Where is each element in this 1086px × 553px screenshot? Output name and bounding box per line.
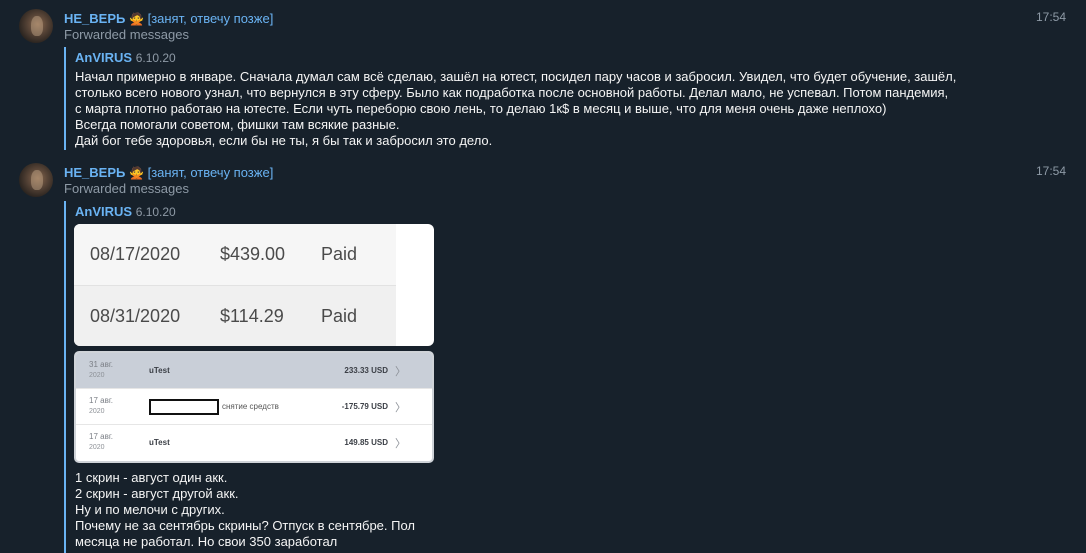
payment-amount: $439.00 [220, 244, 286, 264]
transactions-screenshot[interactable]: 31 авг. 2020 uTest 233.33 USD 〉 17 авг. … [74, 351, 434, 463]
message-2: НЕ_ВЕРЬ 🙅 [занят, отвечу позже] 17:54 Fo… [0, 0, 1086, 553]
sender-emoji: 🙅 [129, 166, 144, 180]
transaction-amount: 233.33 USD [344, 366, 388, 375]
text-line: месяца не работал. Но свои 350 заработал [75, 534, 338, 549]
sender-name[interactable]: НЕ_ВЕРЬ [64, 165, 125, 180]
chevron-right-icon: 〉 [395, 438, 406, 450]
forward-author-line: AnVIRUS 6.10.20 [75, 204, 176, 219]
payments-screenshot[interactable]: 08/17/2020 $439.00 Paid 08/31/2020 $114.… [74, 224, 434, 346]
sender-line: НЕ_ВЕРЬ 🙅 [занят, отвечу позже] [64, 165, 273, 180]
sender-status: [занят, отвечу позже] [147, 165, 274, 180]
text-line: 2 скрин - август другой акк. [75, 486, 239, 501]
forward-author[interactable]: AnVIRUS [75, 204, 132, 219]
transaction-note: снятие средств [222, 402, 279, 411]
message-text: 1 скрин - август один акк. 2 скрин - авг… [75, 470, 415, 550]
transaction-amount: -175.79 USD [341, 402, 388, 411]
payment-date: 08/31/2020 [90, 306, 181, 326]
forwarded-label: Forwarded messages [64, 181, 189, 196]
transaction-day: 17 авг. [89, 396, 113, 405]
avatar[interactable] [19, 163, 53, 197]
payment-status: Paid [321, 244, 358, 264]
payment-row: 08/17/2020 $439.00 Paid [74, 224, 396, 285]
payment-status: Paid [321, 306, 358, 326]
transaction-payee: uTest [149, 366, 170, 375]
payment-row: 08/31/2020 $114.29 Paid [74, 285, 396, 346]
quote-bar [64, 201, 66, 553]
payment-amount: $114.29 [220, 306, 284, 326]
payment-date: 08/17/2020 [90, 244, 181, 264]
transaction-row: 17 авг. 2020 снятие средств -175.79 USD … [76, 389, 432, 425]
transaction-row: 31 авг. 2020 uTest 233.33 USD 〉 [76, 353, 432, 389]
transaction-day: 31 авг. [89, 360, 113, 369]
text-line: 1 скрин - август один акк. [75, 470, 228, 485]
transaction-payee: uTest [149, 438, 170, 447]
transaction-year: 2020 [89, 444, 105, 451]
chevron-right-icon: 〉 [395, 366, 406, 378]
transaction-row: 17 авг. 2020 uTest 149.85 USD 〉 [76, 425, 432, 461]
transaction-year: 2020 [89, 408, 105, 415]
text-line: Ну и по мелочи с других. [75, 502, 225, 517]
redacted-payee [149, 399, 219, 415]
transaction-year: 2020 [89, 372, 105, 379]
transaction-day: 17 авг. [89, 432, 113, 441]
forward-date: 6.10.20 [135, 205, 176, 219]
chevron-right-icon: 〉 [395, 402, 406, 414]
message-time: 17:54 [1035, 164, 1066, 178]
text-line: Почему не за сентябрь скрины? Отпуск в с… [75, 518, 415, 533]
transaction-amount: 149.85 USD [344, 438, 388, 447]
